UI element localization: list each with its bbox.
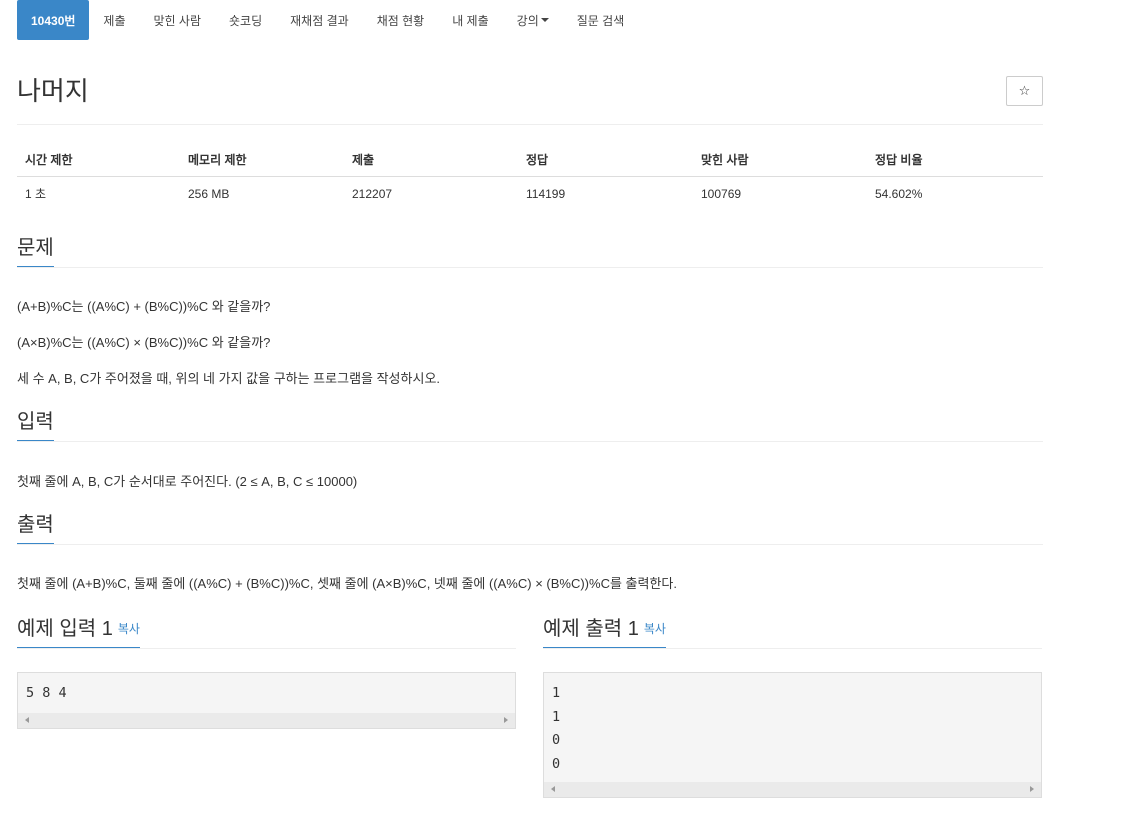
header-time-limit: 시간 제한 (17, 143, 180, 177)
scroll-right-icon[interactable] (504, 717, 508, 723)
tab-problem-number[interactable]: 10430번 (17, 0, 90, 40)
header-accepted: 정답 (518, 143, 693, 177)
copy-sample-input-button[interactable]: 복사 (118, 622, 140, 636)
tab-lectures-label: 강의 (516, 13, 539, 28)
header-memory-limit: 메모리 제한 (180, 143, 344, 177)
tab-short-coding[interactable]: 숏코딩 (215, 0, 276, 40)
problem-info-table: 시간 제한 메모리 제한 제출 정답 맞힌 사람 정답 비율 1 초 256 M… (17, 143, 1043, 210)
tab-solved-users[interactable]: 맞힌 사람 (140, 0, 216, 40)
code-line: 0 (552, 732, 561, 748)
code-line: 5 8 4 (26, 685, 67, 701)
tab-status[interactable]: 채점 현황 (363, 0, 439, 40)
sample-output-code[interactable]: 1 1 0 0 (543, 672, 1042, 798)
favorite-button[interactable]: ☆ (1006, 76, 1043, 106)
value-accepted: 114199 (526, 186, 566, 201)
header-accept-ratio: 정답 비율 (867, 143, 1043, 177)
tab-question-search[interactable]: 질문 검색 (563, 0, 639, 40)
description-line: (A+B)%C는 ((A%C) + (B%C))%C 와 같을까? (17, 299, 271, 314)
sample-input-title: 예제 입력 1 (17, 618, 113, 640)
scroll-left-icon[interactable] (25, 717, 29, 723)
output-description: 첫째 줄에 (A+B)%C, 둘째 줄에 ((A%C) + (B%C))%C, … (17, 576, 677, 591)
value-submissions: 212207 (352, 186, 393, 201)
copy-sample-output-button[interactable]: 복사 (644, 622, 666, 636)
description-heading: 문제 (17, 236, 54, 267)
input-heading: 입력 (17, 410, 54, 441)
sample-input-heading: 예제 입력 1 복사 (17, 617, 140, 648)
scroll-left-icon[interactable] (551, 786, 555, 792)
description-line: 세 수 A, B, C가 주어졌을 때, 위의 네 가지 값을 구하는 프로그램… (17, 371, 441, 386)
sample-input-headline: 예제 입력 1 복사 (17, 617, 516, 649)
sample-output-heading: 예제 출력 1 복사 (543, 617, 666, 648)
sample-input-code[interactable]: 5 8 4 (17, 672, 516, 729)
header-submissions: 제출 (344, 143, 518, 177)
horizontal-scrollbar[interactable] (544, 782, 1041, 797)
tab-my-submissions[interactable]: 내 제출 (438, 0, 502, 40)
output-headline: 출력 (17, 513, 1043, 545)
code-line: 0 (552, 755, 561, 772)
caret-down-icon (540, 18, 549, 22)
star-icon: ☆ (1018, 83, 1031, 98)
sample-output-title: 예제 출력 1 (543, 618, 639, 640)
description-headline: 문제 (17, 236, 1043, 268)
horizontal-scrollbar[interactable] (18, 713, 515, 728)
sample-input-section: 예제 입력 1 복사 5 8 4 (17, 617, 516, 729)
tab-lectures-dropdown[interactable]: 강의 (503, 0, 563, 40)
value-accept-ratio: 54.602% (875, 186, 923, 201)
output-heading: 출력 (17, 513, 54, 544)
input-description: 첫째 줄에 A, B, C가 순서대로 주어진다. (2 ≤ A, B, C ≤… (17, 474, 358, 489)
value-solved-users: 100769 (701, 186, 742, 201)
title-row: 나머지 ☆ (17, 76, 1043, 125)
page-title: 나머지 (17, 76, 89, 106)
sample-output-section: 예제 출력 1 복사 1 1 0 0 (543, 617, 1042, 798)
value-time-limit: 1 초 (25, 187, 47, 201)
code-line: 1 (552, 685, 561, 701)
scroll-right-icon[interactable] (1030, 786, 1034, 792)
tab-rejudge-results[interactable]: 재채점 결과 (276, 0, 363, 40)
code-line: 1 (552, 708, 561, 725)
info-header-row: 시간 제한 메모리 제한 제출 정답 맞힌 사람 정답 비율 (17, 143, 1043, 177)
input-headline: 입력 (17, 410, 1043, 442)
problem-menu: 10430번 제출 맞힌 사람 숏코딩 재채점 결과 채점 현황 내 제출 강의… (17, 0, 1043, 40)
problem-page: 10430번 제출 맞힌 사람 숏코딩 재채점 결과 채점 현황 내 제출 강의… (17, 0, 1043, 798)
sample-output-headline: 예제 출력 1 복사 (543, 617, 1042, 649)
value-memory-limit: 256 MB (188, 186, 230, 201)
header-solved-users: 맞힌 사람 (693, 143, 867, 177)
tab-submit[interactable]: 제출 (89, 0, 139, 40)
info-value-row: 1 초 256 MB 212207 114199 100769 54.602% (17, 177, 1043, 211)
description-line: (A×B)%C는 ((A%C) × (B%C))%C 와 같을까? (17, 335, 271, 350)
